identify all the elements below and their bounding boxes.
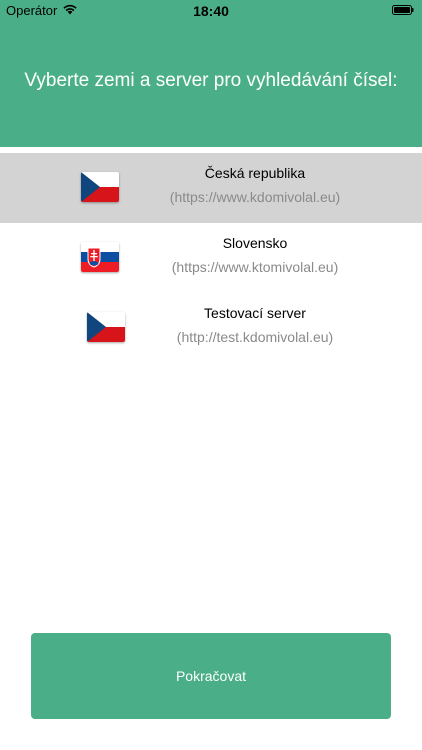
- slovak-flag-icon: [81, 242, 119, 272]
- server-url: (http://test.kdomivolal.eu): [176, 329, 334, 345]
- server-url: (https://www.ktomivolal.eu): [171, 259, 339, 275]
- server-name: Česká republika: [204, 165, 306, 181]
- server-row-czech[interactable]: Česká republika (https://www.kdomivolal.…: [0, 153, 422, 223]
- page-title: Vyberte zemi a server pro vyhledávání čí…: [24, 70, 398, 91]
- header: Operátor 18:40 Vyberte zemi a server pro…: [0, 0, 422, 147]
- server-name: Slovensko: [222, 235, 288, 251]
- server-list: Česká republika (https://www.kdomivolal.…: [0, 153, 422, 363]
- status-bar: Operátor 18:40: [0, 0, 422, 22]
- server-url: (https://www.kdomivolal.eu): [169, 189, 341, 205]
- server-row-test[interactable]: Testovací server (http://test.kdomivolal…: [0, 293, 422, 363]
- status-time: 18:40: [193, 3, 229, 19]
- server-name: Testovací server: [204, 305, 306, 321]
- battery-icon: [392, 5, 414, 15]
- server-row-slovak[interactable]: Slovensko (https://www.ktomivolal.eu): [0, 223, 422, 293]
- czech-flag-icon: [81, 172, 119, 202]
- continue-button[interactable]: Pokračovat: [31, 633, 391, 719]
